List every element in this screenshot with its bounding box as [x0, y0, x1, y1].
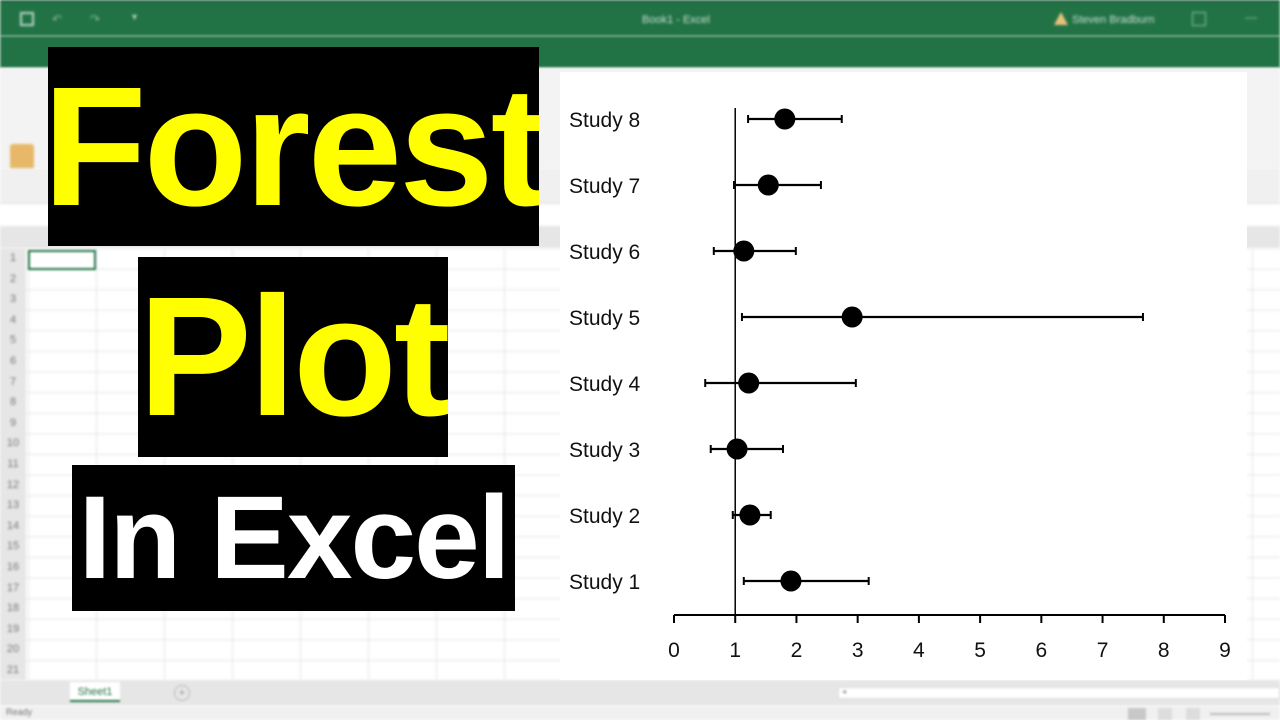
x-tick-label: 2 — [791, 639, 803, 662]
x-tick-label: 3 — [852, 639, 864, 662]
screenshot: ↶ ↷ ▾ Book1 - Excel Steven Bradburn — Fi… — [0, 0, 1280, 720]
x-tick-label: 9 — [1219, 639, 1231, 662]
study-label: Study 2 — [569, 505, 640, 528]
point-estimate — [774, 108, 796, 130]
study-label: Study 6 — [569, 241, 640, 264]
study-label: Study 1 — [569, 571, 640, 594]
x-tick-label: 7 — [1097, 639, 1109, 662]
study-label: Study 8 — [569, 109, 640, 132]
study-label: Study 4 — [569, 373, 641, 396]
x-tick-label: 4 — [913, 639, 925, 662]
study-label: Study 7 — [569, 175, 640, 198]
point-estimate — [780, 570, 802, 592]
point-estimate — [841, 306, 863, 328]
point-estimate — [738, 372, 760, 394]
x-tick-label: 6 — [1035, 639, 1047, 662]
forest-plot: 0 1 2 3 4 5 6 7 8 9 Study 8 Study 7 Study 6 Study 5 St… — [569, 108, 1231, 662]
x-tick-label: 8 — [1158, 639, 1170, 662]
point-estimate — [726, 438, 748, 460]
point-estimate — [739, 504, 761, 526]
study-label: Study 5 — [569, 307, 640, 330]
study-label: Study 3 — [569, 439, 640, 462]
point-estimate — [733, 240, 755, 262]
x-tick-label: 5 — [974, 639, 986, 662]
x-tick-label: 0 — [668, 639, 680, 662]
point-estimate — [757, 174, 779, 196]
x-tick-label: 1 — [729, 639, 741, 662]
